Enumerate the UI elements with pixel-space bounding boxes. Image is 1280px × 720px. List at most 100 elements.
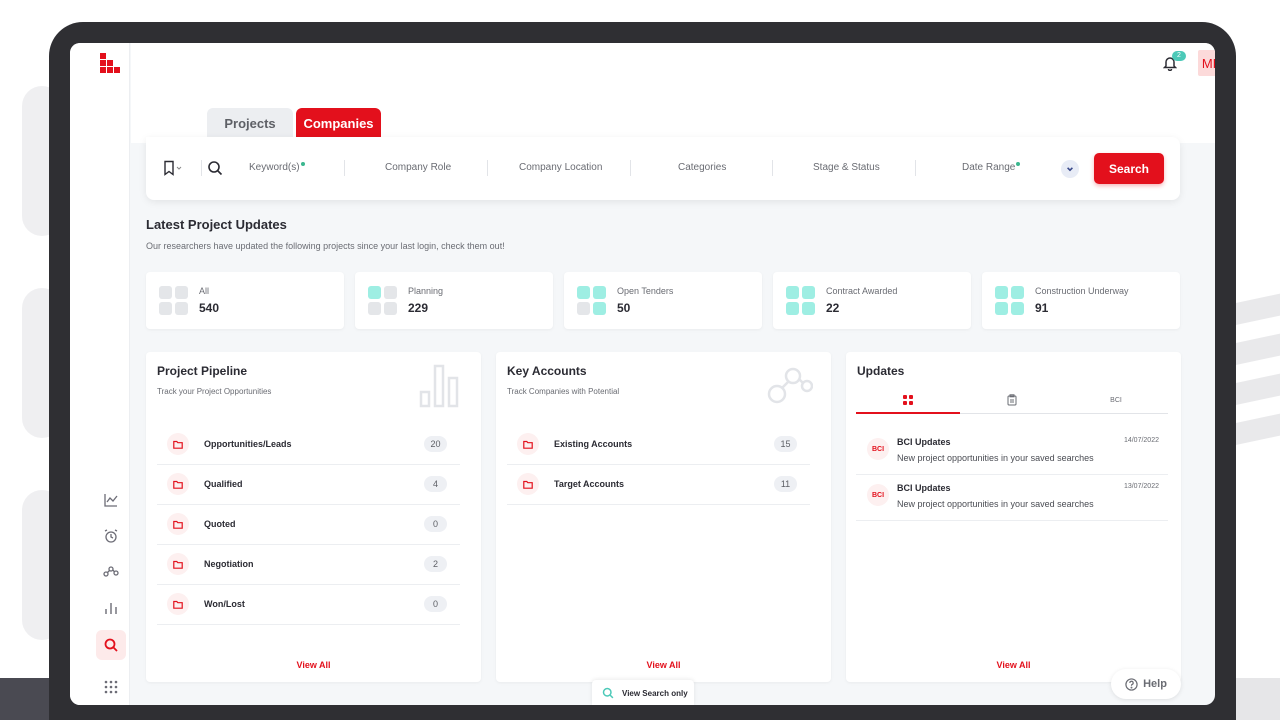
update-date: 14/07/2022 bbox=[1123, 437, 1159, 444]
stat-label: Contract Awarded bbox=[826, 286, 898, 296]
stat-value: 540 bbox=[199, 301, 220, 315]
card-subtitle: Track your Project Opportunities bbox=[157, 387, 272, 396]
stat-card-construction-underway[interactable]: Construction Underway 91 bbox=[982, 272, 1180, 329]
update-title: BCI Updates bbox=[897, 437, 951, 447]
search-icon[interactable] bbox=[207, 160, 225, 178]
stat-card-contract-awarded[interactable]: Contract Awarded 22 bbox=[773, 272, 971, 329]
row-label: Qualified bbox=[204, 479, 243, 489]
app-screen: 2 MD Projects Companies Keyword(s) Compa… bbox=[70, 43, 1215, 705]
chart-line-icon[interactable] bbox=[98, 487, 124, 513]
account-row[interactable]: Target Accounts 11 bbox=[507, 465, 810, 505]
active-dot bbox=[300, 162, 305, 166]
row-label: Opportunities/Leads bbox=[204, 439, 292, 449]
bci-logo: BCI bbox=[867, 438, 889, 460]
row-label: Negotiation bbox=[204, 559, 254, 569]
count-badge: 15 bbox=[774, 436, 797, 452]
tiles-icon bbox=[786, 286, 816, 316]
update-description: New project opportunities in your saved … bbox=[897, 499, 1094, 509]
tab-grid[interactable] bbox=[856, 387, 960, 414]
divider bbox=[201, 160, 202, 176]
stat-value: 91 bbox=[1035, 301, 1049, 315]
help-button[interactable]: Help bbox=[1111, 669, 1181, 699]
divider bbox=[630, 160, 631, 176]
folder-icon bbox=[167, 553, 189, 575]
help-label: Help bbox=[1143, 678, 1167, 690]
pipeline-row[interactable]: Won/Lost 0 bbox=[157, 585, 460, 625]
count-badge: 2 bbox=[424, 556, 447, 572]
pipeline-row[interactable]: Quoted 0 bbox=[157, 505, 460, 545]
network-icon[interactable] bbox=[98, 559, 124, 585]
row-label: Quoted bbox=[204, 519, 236, 529]
tab-bci[interactable]: BCI bbox=[1064, 387, 1168, 413]
chevron-down-icon[interactable] bbox=[1061, 160, 1079, 178]
search-icon[interactable] bbox=[96, 630, 126, 660]
stat-card-planning[interactable]: Planning 229 bbox=[355, 272, 553, 329]
tiles-icon bbox=[577, 286, 607, 316]
stat-card-open-tenders[interactable]: Open Tenders 50 bbox=[564, 272, 762, 329]
stat-card-all[interactable]: All 540 bbox=[146, 272, 344, 329]
count-badge: 0 bbox=[424, 516, 447, 532]
update-item[interactable]: BCI BCI Updates New project opportunitie… bbox=[856, 475, 1168, 521]
tiles-icon bbox=[368, 286, 398, 316]
divider bbox=[344, 160, 345, 176]
sidebar bbox=[70, 43, 130, 705]
logo[interactable] bbox=[98, 51, 124, 77]
card-title: Key Accounts bbox=[507, 364, 587, 378]
date-range-field[interactable]: Date Range bbox=[962, 162, 1021, 173]
folder-icon bbox=[167, 473, 189, 495]
count-badge: 4 bbox=[424, 476, 447, 492]
folder-icon bbox=[167, 593, 189, 615]
key-accounts-card: Key Accounts Track Companies with Potent… bbox=[496, 352, 831, 682]
grid-icon bbox=[903, 394, 913, 405]
view-search-label: View Search only bbox=[622, 688, 688, 698]
categories-field[interactable]: Categories bbox=[678, 162, 726, 173]
bar-chart-icon[interactable] bbox=[98, 595, 124, 621]
tab-companies[interactable]: Companies bbox=[296, 108, 381, 138]
update-item[interactable]: BCI BCI Updates New project opportunitie… bbox=[856, 429, 1168, 475]
section-title: Latest Project Updates bbox=[146, 217, 287, 232]
alarm-icon[interactable] bbox=[98, 523, 124, 549]
view-all-link[interactable]: View All bbox=[496, 660, 831, 670]
tiles-icon bbox=[159, 286, 189, 316]
row-label: Existing Accounts bbox=[554, 439, 633, 449]
account-row[interactable]: Existing Accounts 15 bbox=[507, 425, 810, 465]
active-dot bbox=[1016, 162, 1021, 166]
bookmark-icon[interactable] bbox=[163, 160, 182, 178]
folder-icon bbox=[517, 433, 539, 455]
divider bbox=[915, 160, 916, 176]
tab-projects[interactable]: Projects bbox=[207, 108, 293, 138]
row-label: Won/Lost bbox=[204, 599, 245, 609]
pipeline-row[interactable]: Opportunities/Leads 20 bbox=[157, 425, 460, 465]
company-role-field[interactable]: Company Role bbox=[385, 162, 451, 173]
divider bbox=[772, 160, 773, 176]
update-description: New project opportunities in your saved … bbox=[897, 453, 1094, 463]
update-title: BCI Updates bbox=[897, 483, 951, 493]
card-title: Updates bbox=[857, 364, 905, 378]
pipeline-row[interactable]: Negotiation 2 bbox=[157, 545, 460, 585]
keyword-field[interactable]: Keyword(s) bbox=[249, 162, 305, 173]
help-icon bbox=[1125, 677, 1138, 691]
grid-icon[interactable] bbox=[98, 674, 124, 700]
view-all-link[interactable]: View All bbox=[146, 660, 481, 670]
stat-label: All bbox=[199, 286, 210, 296]
tiles-icon bbox=[995, 286, 1025, 316]
folder-icon bbox=[167, 433, 189, 455]
view-search-only-button[interactable]: View Search only bbox=[592, 680, 694, 705]
notification-badge: 2 bbox=[1172, 51, 1186, 61]
search-button[interactable]: Search bbox=[1094, 153, 1164, 184]
network-icon bbox=[767, 362, 814, 408]
project-pipeline-card: Project Pipeline Track your Project Oppo… bbox=[146, 352, 481, 682]
company-location-field[interactable]: Company Location bbox=[519, 162, 602, 173]
divider bbox=[487, 160, 488, 176]
stat-value: 229 bbox=[408, 301, 429, 315]
count-badge: 20 bbox=[424, 436, 447, 452]
bci-logo: BCI bbox=[867, 484, 889, 506]
tab-clipboard[interactable] bbox=[960, 387, 1064, 413]
stat-label: Open Tenders bbox=[617, 286, 674, 296]
count-badge: 0 bbox=[424, 596, 447, 612]
updates-tabs: BCI bbox=[856, 387, 1168, 414]
avatar[interactable]: MD bbox=[1198, 50, 1215, 76]
stage-status-field[interactable]: Stage & Status bbox=[813, 162, 880, 173]
pipeline-row[interactable]: Qualified 4 bbox=[157, 465, 460, 505]
update-date: 13/07/2022 bbox=[1123, 483, 1159, 490]
